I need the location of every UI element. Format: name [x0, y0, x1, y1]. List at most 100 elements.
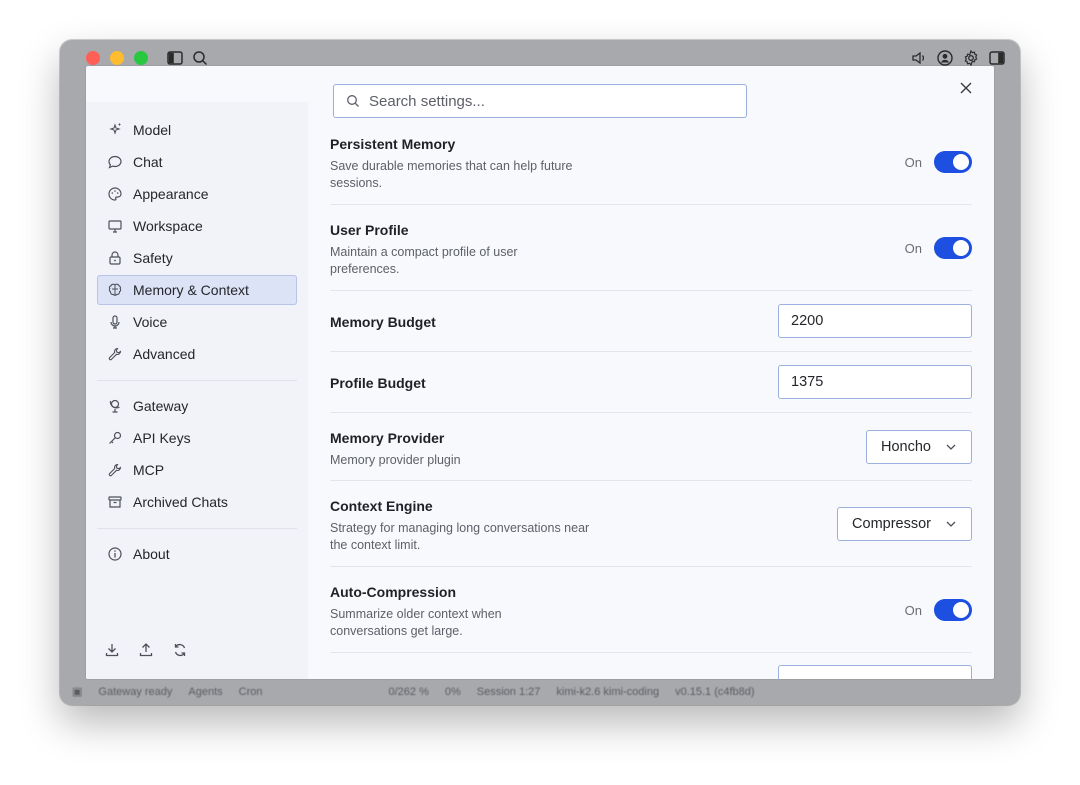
zoom-window-button[interactable]	[134, 51, 148, 65]
row-divider	[330, 566, 972, 567]
wrench-icon	[107, 346, 123, 362]
row-divider	[330, 204, 972, 205]
sidebar-item-label: MCP	[133, 462, 165, 478]
status-bar: ▣ Gateway ready Agents Cron 0/262 % 0% S…	[60, 678, 1020, 705]
setting-title: Context Engine	[330, 498, 433, 514]
toggle-state-label: On	[904, 240, 922, 256]
sidebar-item-safety[interactable]: Safety	[97, 243, 297, 273]
row-divider	[330, 351, 972, 352]
memory-provider-select[interactable]: Honcho	[866, 430, 972, 464]
context-engine-select[interactable]: Compressor	[837, 507, 972, 541]
setting-title: User Profile	[330, 222, 409, 238]
setting-partial-row	[330, 665, 972, 679]
sidebar-item-label: Archived Chats	[133, 494, 228, 510]
status-model[interactable]: kimi-k2.6 kimi-coding	[556, 686, 659, 698]
search-icon[interactable]	[191, 49, 209, 67]
status-menu-icon[interactable]: ▣	[72, 685, 82, 698]
sidebar-item-memory-context[interactable]: Memory & Context	[97, 275, 297, 305]
row-divider	[330, 652, 972, 653]
sidebar-item-chat[interactable]: Chat	[97, 147, 297, 177]
partial-input[interactable]	[778, 665, 972, 679]
sidebar-item-label: Gateway	[133, 398, 189, 414]
title-bar	[60, 40, 1020, 67]
select-value: Compressor	[852, 516, 931, 532]
sidebar-item-label: Safety	[133, 250, 173, 266]
status-cron[interactable]: Cron	[239, 686, 263, 698]
gear-icon[interactable]	[962, 49, 980, 67]
chat-bubble-icon	[107, 154, 123, 170]
setting-auto-compression: Auto-Compression Summarize older context…	[330, 583, 972, 653]
chevron-down-icon	[945, 518, 957, 530]
toggle-state-label: On	[904, 602, 922, 618]
plug-icon	[107, 462, 123, 478]
setting-user-profile: User Profile Maintain a compact profile …	[330, 220, 972, 290]
minimize-window-button[interactable]	[110, 51, 124, 65]
setting-description: Maintain a compact profile of user prefe…	[330, 245, 518, 276]
setting-context-engine: Context Engine Strategy for managing lon…	[330, 497, 972, 553]
sidebar-item-label: Workspace	[133, 218, 203, 234]
sidebar-item-label: About	[133, 546, 170, 562]
profile-budget-input[interactable]	[778, 365, 972, 399]
persistent-memory-toggle[interactable]	[934, 151, 972, 173]
setting-title: Profile Budget	[330, 375, 426, 391]
sidebar-item-appearance[interactable]: Appearance	[97, 179, 297, 209]
sidebar-item-archived-chats[interactable]: Archived Chats	[97, 487, 297, 517]
key-icon	[107, 430, 123, 446]
sidebar-item-about[interactable]: About	[97, 539, 297, 569]
setting-title: Auto-Compression	[330, 584, 456, 600]
sidebar-item-label: Chat	[133, 154, 163, 170]
sidebar-item-gateway[interactable]: Gateway	[97, 391, 297, 421]
setting-title: Memory Budget	[330, 314, 436, 330]
speaker-icon[interactable]	[910, 49, 928, 67]
row-divider	[330, 290, 972, 291]
status-gateway[interactable]: Gateway ready	[98, 686, 172, 698]
brain-icon	[107, 282, 123, 298]
upload-icon[interactable]	[138, 642, 154, 658]
auto-compression-toggle[interactable]	[934, 599, 972, 621]
status-usage: 0/262 %	[388, 685, 429, 698]
setting-memory-provider: Memory Provider Memory provider plugin H…	[330, 428, 972, 468]
palette-icon	[107, 186, 123, 202]
close-icon[interactable]	[958, 80, 974, 96]
setting-title: Persistent Memory	[330, 136, 456, 152]
sidebar-item-advanced[interactable]: Advanced	[97, 339, 297, 369]
search-settings-box[interactable]	[333, 84, 747, 118]
download-icon[interactable]	[104, 642, 120, 658]
settings-modal: Model Chat Appearance Workspace Safety M…	[86, 66, 994, 679]
status-version: v0.15.1 (c4fb8d)	[675, 685, 755, 698]
sidebar-item-workspace[interactable]: Workspace	[97, 211, 297, 241]
sidebar-item-model[interactable]: Model	[97, 115, 297, 145]
sidebar-item-label: Model	[133, 122, 172, 138]
sidebar-item-mcp[interactable]: MCP	[97, 455, 297, 485]
close-window-button[interactable]	[86, 51, 100, 65]
sidebar-toggle-icon[interactable]	[166, 49, 184, 67]
memory-budget-input[interactable]	[778, 304, 972, 338]
setting-title: Memory Provider	[330, 430, 445, 446]
sidebar-item-label: Memory & Context	[133, 282, 249, 298]
setting-description: Strategy for managing long conversations…	[330, 521, 590, 552]
sidebar-item-api-keys[interactable]: API Keys	[97, 423, 297, 453]
refresh-icon[interactable]	[172, 642, 188, 658]
setting-persistent-memory: Persistent Memory Save durable memories …	[330, 134, 972, 204]
select-value: Honcho	[881, 439, 931, 455]
row-divider	[330, 480, 972, 481]
user-profile-toggle[interactable]	[934, 237, 972, 259]
right-panel-toggle-icon[interactable]	[988, 49, 1006, 67]
sidebar-item-voice[interactable]: Voice	[97, 307, 297, 337]
monitor-icon	[107, 218, 123, 234]
toggle-knob	[953, 154, 969, 170]
globe-stand-icon	[107, 398, 123, 414]
sidebar-item-label: API Keys	[133, 430, 191, 446]
search-input[interactable]	[369, 92, 729, 110]
sidebar-item-label: Appearance	[133, 186, 209, 202]
setting-description: Memory provider plugin	[330, 453, 461, 467]
toggle-knob	[953, 602, 969, 618]
setting-description: Save durable memories that can help futu…	[330, 159, 573, 190]
sparkles-icon	[107, 122, 123, 138]
account-icon[interactable]	[936, 49, 954, 67]
status-agents[interactable]: Agents	[188, 686, 222, 698]
sidebar-item-label: Voice	[133, 314, 168, 330]
archive-icon	[107, 494, 123, 510]
setting-description: Summarize older context when conversatio…	[330, 607, 502, 638]
persistent-memory-toggle-group: On	[905, 151, 972, 173]
